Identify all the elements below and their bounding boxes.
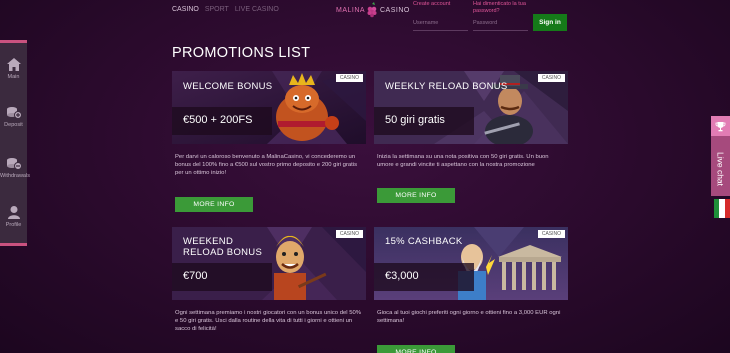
- withdrawals-icon: [6, 158, 22, 170]
- more-info-button[interactable]: MORE INFO: [377, 188, 455, 203]
- promo-badge: CASINO: [335, 230, 363, 238]
- top-nav: CASINO SPORT LIVE CASINO: [172, 6, 279, 13]
- username-field[interactable]: Username: [413, 16, 468, 31]
- promo-description: Gioca al tuoi giochi preferiti ogni gior…: [377, 310, 561, 324]
- left-sidebar: Main Deposit Withdrawals Profile: [0, 40, 30, 246]
- sidebar-item-label: Withdrawals: [0, 173, 30, 179]
- forgot-password-link[interactable]: Hai dimenticato la tua password?: [473, 1, 533, 15]
- promo-description: Ogni settimana premiamo i nostri giocato…: [175, 310, 361, 332]
- top-bar: CASINO SPORT LIVE CASINO MALINA CASINO C…: [0, 0, 730, 40]
- sidebar-item-main[interactable]: Main: [0, 57, 27, 80]
- promo-description: Inizia la settimana su una nota positiva…: [377, 154, 549, 168]
- promo-badge: CASINO: [335, 74, 363, 82]
- promo-title: 15% CASHBACK: [385, 236, 463, 247]
- trophy-icon: [711, 116, 730, 136]
- more-info-button[interactable]: MORE INFO: [175, 197, 253, 212]
- sidebar-item-label: Main: [7, 74, 20, 80]
- sidebar-item-deposit[interactable]: Deposit: [0, 105, 27, 128]
- italy-flag-icon[interactable]: [714, 199, 730, 218]
- logo[interactable]: MALINA CASINO: [336, 2, 410, 22]
- promo-title: WELCOME BONUS: [183, 81, 273, 92]
- sign-in-button[interactable]: Sign in: [533, 14, 567, 31]
- promo-title: WEEKLY RELOAD BONUS: [385, 81, 508, 92]
- nav-live-casino[interactable]: LIVE CASINO: [235, 6, 279, 13]
- promo-title: WEEKEND RELOAD BONUS: [183, 236, 263, 258]
- home-icon: [6, 58, 21, 71]
- promo-amount: €500 + 200FS: [183, 114, 253, 126]
- nav-sport[interactable]: SPORT: [205, 6, 229, 13]
- sidebar-item-withdrawals[interactable]: Withdrawals: [0, 156, 30, 179]
- sidebar-item-label: Deposit: [4, 122, 23, 128]
- sidebar-item-label: Profile: [5, 222, 22, 228]
- promo-badge: CASINO: [537, 74, 565, 82]
- profile-icon: [7, 206, 20, 219]
- page-title: PROMOTIONS LIST: [172, 45, 311, 61]
- logo-word-casino: CASINO: [380, 7, 410, 14]
- create-account-link[interactable]: Create account: [413, 1, 450, 7]
- sidebar-item-profile[interactable]: Profile: [0, 205, 27, 228]
- live-chat-label: Live chat: [715, 151, 726, 187]
- promo-description: Per darvi un caloroso benvenuto a Malina…: [175, 154, 358, 176]
- nav-casino[interactable]: CASINO: [172, 6, 199, 13]
- raspberry-logo-icon: [367, 2, 377, 18]
- promo-amount: 50 giri gratis: [385, 114, 445, 126]
- logo-word-malina: MALINA: [336, 7, 366, 14]
- more-info-button[interactable]: MORE INFO: [377, 345, 455, 353]
- promo-amount: €700: [183, 270, 208, 282]
- promo-amount: €3,000: [385, 270, 419, 282]
- deposit-icon: [6, 107, 22, 119]
- promo-badge: CASINO: [537, 230, 565, 238]
- live-chat-tab[interactable]: Live chat: [711, 116, 730, 196]
- password-field[interactable]: Password: [473, 16, 528, 31]
